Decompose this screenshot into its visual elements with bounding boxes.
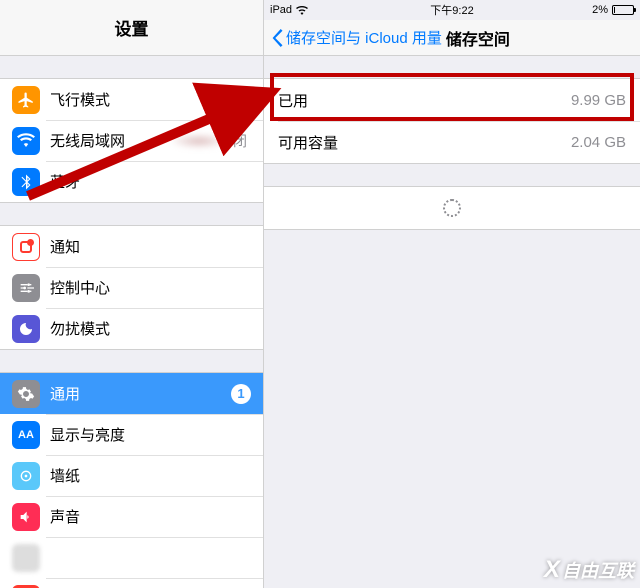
sidebar-item-control-center[interactable]: 控制中心	[0, 267, 263, 308]
display-label: 显示与亮度	[50, 424, 251, 445]
sidebar-item-airplane[interactable]: 飞行模式	[0, 79, 263, 120]
passcode-icon	[12, 585, 40, 588]
wifi-label: 无线局域网	[50, 130, 169, 151]
available-label: 可用容量	[278, 132, 571, 153]
battery-icon	[612, 5, 634, 15]
sidebar-item-blurred[interactable]	[0, 537, 263, 578]
status-battery-pct: 2%	[592, 4, 608, 16]
control-center-icon	[12, 274, 40, 302]
settings-sidebar: 设置 飞行模式 无线局域网 闭	[0, 0, 264, 588]
airplane-label: 飞行模式	[50, 89, 207, 110]
sidebar-item-wallpaper[interactable]: 墙纸	[0, 455, 263, 496]
gear-icon	[12, 380, 40, 408]
control-center-label: 控制中心	[50, 277, 251, 298]
status-bar: iPad 下午9:22 2%	[264, 0, 640, 20]
sidebar-item-general[interactable]: 通用 1	[0, 373, 263, 414]
blurred-icon	[12, 544, 40, 572]
bluetooth-label: 蓝牙	[50, 171, 251, 192]
sidebar-item-wifi[interactable]: 无线局域网 闭	[0, 120, 263, 161]
sounds-icon	[12, 503, 40, 531]
loading-spinner	[264, 187, 640, 229]
wifi-icon	[12, 127, 40, 155]
status-device: iPad	[270, 4, 292, 16]
redacted-smudge	[169, 133, 229, 149]
sidebar-item-sounds[interactable]: 声音	[0, 496, 263, 537]
detail-pane: iPad 下午9:22 2% 储存空间与 iCloud 用量 储存空间 已用 9…	[264, 0, 640, 588]
airplane-icon	[12, 86, 40, 114]
status-time: 下午9:22	[430, 2, 473, 18]
used-value: 9.99 GB	[571, 92, 626, 109]
available-value: 2.04 GB	[571, 134, 626, 151]
sidebar-item-notifications[interactable]: 通知	[0, 226, 263, 267]
sidebar-title: 设置	[0, 0, 263, 56]
airplane-switch[interactable]	[207, 86, 251, 113]
general-badge: 1	[231, 384, 251, 404]
notifications-label: 通知	[50, 236, 251, 257]
detail-header: 储存空间与 iCloud 用量 储存空间	[264, 20, 640, 56]
bluetooth-icon	[12, 168, 40, 196]
wifi-status-icon	[296, 6, 308, 15]
detail-title: 储存空间	[446, 26, 510, 50]
wifi-value: 闭	[233, 131, 247, 151]
dnd-label: 勿扰模式	[50, 318, 251, 339]
dnd-icon	[12, 315, 40, 343]
general-label: 通用	[50, 383, 231, 404]
back-label: 储存空间与 iCloud 用量	[286, 27, 442, 48]
wallpaper-icon	[12, 462, 40, 490]
sidebar-item-bluetooth[interactable]: 蓝牙	[0, 161, 263, 202]
watermark: X自由互联	[544, 556, 634, 584]
wallpaper-label: 墙纸	[50, 465, 251, 486]
row-used: 已用 9.99 GB	[264, 79, 640, 121]
back-button[interactable]: 储存空间与 iCloud 用量	[272, 27, 442, 48]
sidebar-item-dnd[interactable]: 勿扰模式	[0, 308, 263, 349]
notifications-icon	[12, 233, 40, 261]
chevron-left-icon	[272, 29, 284, 47]
sidebar-item-passcode[interactable]: 密码	[0, 578, 263, 588]
used-label: 已用	[278, 90, 571, 111]
sounds-label: 声音	[50, 506, 251, 527]
storage-group: 已用 9.99 GB 可用容量 2.04 GB	[264, 78, 640, 164]
sidebar-item-display[interactable]: AA 显示与亮度	[0, 414, 263, 455]
row-available: 可用容量 2.04 GB	[264, 121, 640, 163]
display-icon: AA	[12, 421, 40, 449]
